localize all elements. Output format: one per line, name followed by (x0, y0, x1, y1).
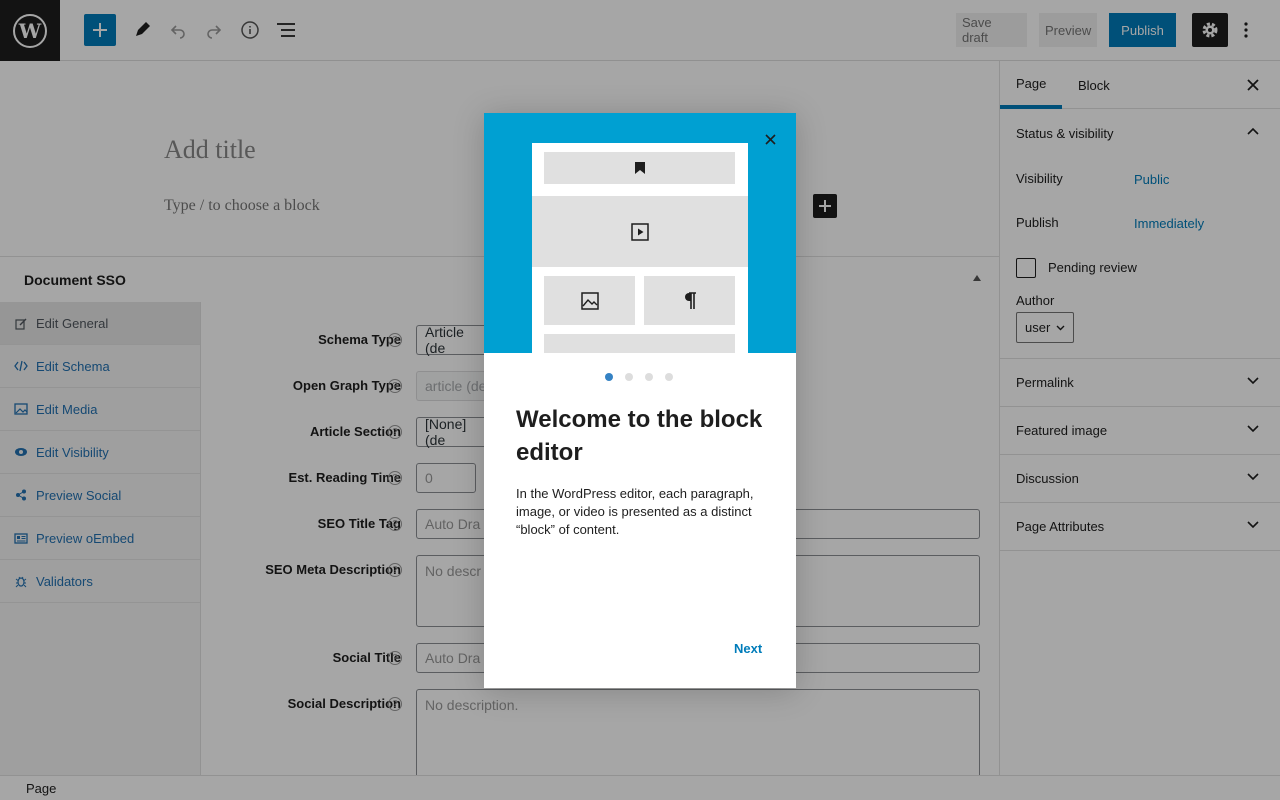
close-icon (764, 133, 776, 145)
page-dot-4[interactable] (665, 373, 673, 381)
illustration-block (544, 334, 735, 353)
page-dot-3[interactable] (645, 373, 653, 381)
page-dot-1[interactable] (605, 373, 613, 381)
welcome-guide-modal: Welcome to the block editor In the WordP… (484, 113, 796, 688)
next-button[interactable]: Next (734, 641, 762, 656)
illustration-card (532, 143, 748, 353)
guide-heading: Welcome to the block editor (516, 406, 763, 466)
close-guide-button[interactable] (761, 130, 779, 148)
bookmark-icon (634, 162, 645, 174)
page-dot-2[interactable] (625, 373, 633, 381)
guide-description: In the WordPress editor, each paragraph,… (516, 486, 754, 537)
video-icon (631, 222, 649, 241)
guide-illustration (484, 113, 796, 353)
image-icon (580, 291, 599, 310)
page-indicator (605, 373, 685, 381)
illustration-block (544, 276, 635, 325)
illustration-block (644, 276, 735, 325)
illustration-block (532, 196, 748, 267)
illustration-block (544, 152, 735, 184)
paragraph-icon (684, 291, 696, 309)
